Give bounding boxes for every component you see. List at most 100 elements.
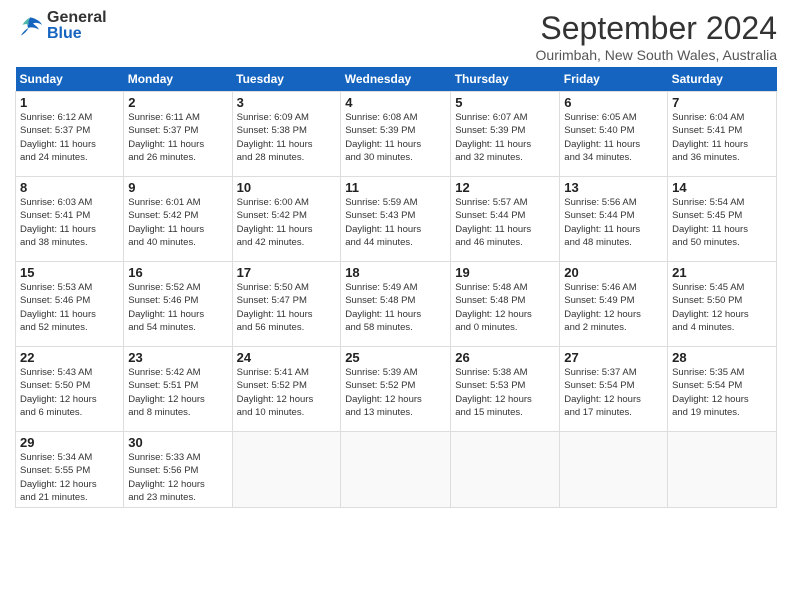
day-number: 25 xyxy=(345,350,446,365)
day-info: Sunrise: 5:37 AM Sunset: 5:54 PM Dayligh… xyxy=(564,366,663,419)
day-number: 1 xyxy=(20,95,119,110)
calendar-week-row: 8Sunrise: 6:03 AM Sunset: 5:41 PM Daylig… xyxy=(16,177,777,262)
logo-general-text: General xyxy=(47,10,107,26)
header-wednesday: Wednesday xyxy=(341,67,451,92)
calendar-cell: 28Sunrise: 5:35 AM Sunset: 5:54 PM Dayli… xyxy=(668,347,777,432)
day-info: Sunrise: 5:50 AM Sunset: 5:47 PM Dayligh… xyxy=(237,281,337,334)
day-info: Sunrise: 6:11 AM Sunset: 5:37 PM Dayligh… xyxy=(128,111,227,164)
day-info: Sunrise: 5:59 AM Sunset: 5:43 PM Dayligh… xyxy=(345,196,446,249)
day-number: 21 xyxy=(672,265,772,280)
calendar-cell: 24Sunrise: 5:41 AM Sunset: 5:52 PM Dayli… xyxy=(232,347,341,432)
calendar-cell xyxy=(560,432,668,508)
calendar-week-row: 22Sunrise: 5:43 AM Sunset: 5:50 PM Dayli… xyxy=(16,347,777,432)
title-area: September 2024 Ourimbah, New South Wales… xyxy=(536,10,777,63)
day-number: 24 xyxy=(237,350,337,365)
calendar-cell: 27Sunrise: 5:37 AM Sunset: 5:54 PM Dayli… xyxy=(560,347,668,432)
calendar-cell: 26Sunrise: 5:38 AM Sunset: 5:53 PM Dayli… xyxy=(451,347,560,432)
calendar-cell: 3Sunrise: 6:09 AM Sunset: 5:38 PM Daylig… xyxy=(232,92,341,177)
day-number: 20 xyxy=(564,265,663,280)
day-info: Sunrise: 5:57 AM Sunset: 5:44 PM Dayligh… xyxy=(455,196,555,249)
calendar-cell xyxy=(451,432,560,508)
logo-bird-icon xyxy=(15,14,45,39)
day-number: 6 xyxy=(564,95,663,110)
calendar-cell: 9Sunrise: 6:01 AM Sunset: 5:42 PM Daylig… xyxy=(124,177,232,262)
day-info: Sunrise: 5:52 AM Sunset: 5:46 PM Dayligh… xyxy=(128,281,227,334)
calendar-cell: 11Sunrise: 5:59 AM Sunset: 5:43 PM Dayli… xyxy=(341,177,451,262)
header-friday: Friday xyxy=(560,67,668,92)
header: General Blue September 2024 Ourimbah, Ne… xyxy=(15,10,777,63)
day-info: Sunrise: 5:49 AM Sunset: 5:48 PM Dayligh… xyxy=(345,281,446,334)
calendar-cell: 6Sunrise: 6:05 AM Sunset: 5:40 PM Daylig… xyxy=(560,92,668,177)
calendar-cell: 8Sunrise: 6:03 AM Sunset: 5:41 PM Daylig… xyxy=(16,177,124,262)
header-monday: Monday xyxy=(124,67,232,92)
day-info: Sunrise: 6:08 AM Sunset: 5:39 PM Dayligh… xyxy=(345,111,446,164)
calendar-cell: 2Sunrise: 6:11 AM Sunset: 5:37 PM Daylig… xyxy=(124,92,232,177)
calendar-cell xyxy=(232,432,341,508)
day-number: 19 xyxy=(455,265,555,280)
day-info: Sunrise: 6:04 AM Sunset: 5:41 PM Dayligh… xyxy=(672,111,772,164)
calendar-cell xyxy=(341,432,451,508)
day-number: 8 xyxy=(20,180,119,195)
day-info: Sunrise: 5:38 AM Sunset: 5:53 PM Dayligh… xyxy=(455,366,555,419)
day-number: 23 xyxy=(128,350,227,365)
day-number: 30 xyxy=(128,435,227,450)
day-number: 22 xyxy=(20,350,119,365)
day-info: Sunrise: 5:45 AM Sunset: 5:50 PM Dayligh… xyxy=(672,281,772,334)
day-info: Sunrise: 6:00 AM Sunset: 5:42 PM Dayligh… xyxy=(237,196,337,249)
calendar-cell: 15Sunrise: 5:53 AM Sunset: 5:46 PM Dayli… xyxy=(16,262,124,347)
header-saturday: Saturday xyxy=(668,67,777,92)
calendar-cell: 16Sunrise: 5:52 AM Sunset: 5:46 PM Dayli… xyxy=(124,262,232,347)
day-number: 7 xyxy=(672,95,772,110)
day-number: 2 xyxy=(128,95,227,110)
day-number: 3 xyxy=(237,95,337,110)
day-number: 13 xyxy=(564,180,663,195)
header-thursday: Thursday xyxy=(451,67,560,92)
calendar-cell: 5Sunrise: 6:07 AM Sunset: 5:39 PM Daylig… xyxy=(451,92,560,177)
calendar-cell: 20Sunrise: 5:46 AM Sunset: 5:49 PM Dayli… xyxy=(560,262,668,347)
day-number: 12 xyxy=(455,180,555,195)
day-info: Sunrise: 5:39 AM Sunset: 5:52 PM Dayligh… xyxy=(345,366,446,419)
day-number: 26 xyxy=(455,350,555,365)
calendar-cell: 18Sunrise: 5:49 AM Sunset: 5:48 PM Dayli… xyxy=(341,262,451,347)
day-number: 16 xyxy=(128,265,227,280)
logo-blue-text: Blue xyxy=(47,26,107,42)
calendar-header-row: Sunday Monday Tuesday Wednesday Thursday… xyxy=(16,67,777,92)
day-number: 11 xyxy=(345,180,446,195)
day-info: Sunrise: 5:53 AM Sunset: 5:46 PM Dayligh… xyxy=(20,281,119,334)
calendar-week-row: 15Sunrise: 5:53 AM Sunset: 5:46 PM Dayli… xyxy=(16,262,777,347)
day-info: Sunrise: 5:34 AM Sunset: 5:55 PM Dayligh… xyxy=(20,451,119,504)
calendar-cell: 30Sunrise: 5:33 AM Sunset: 5:56 PM Dayli… xyxy=(124,432,232,508)
calendar-table: Sunday Monday Tuesday Wednesday Thursday… xyxy=(15,67,777,508)
logo: General Blue xyxy=(15,10,107,42)
location-title: Ourimbah, New South Wales, Australia xyxy=(536,47,777,63)
calendar-cell: 12Sunrise: 5:57 AM Sunset: 5:44 PM Dayli… xyxy=(451,177,560,262)
day-number: 17 xyxy=(237,265,337,280)
calendar-cell: 14Sunrise: 5:54 AM Sunset: 5:45 PM Dayli… xyxy=(668,177,777,262)
calendar-cell: 29Sunrise: 5:34 AM Sunset: 5:55 PM Dayli… xyxy=(16,432,124,508)
day-info: Sunrise: 5:43 AM Sunset: 5:50 PM Dayligh… xyxy=(20,366,119,419)
day-info: Sunrise: 5:41 AM Sunset: 5:52 PM Dayligh… xyxy=(237,366,337,419)
calendar-cell xyxy=(668,432,777,508)
day-info: Sunrise: 5:46 AM Sunset: 5:49 PM Dayligh… xyxy=(564,281,663,334)
logo-name: General Blue xyxy=(47,10,107,42)
calendar-cell: 4Sunrise: 6:08 AM Sunset: 5:39 PM Daylig… xyxy=(341,92,451,177)
day-number: 15 xyxy=(20,265,119,280)
day-info: Sunrise: 6:01 AM Sunset: 5:42 PM Dayligh… xyxy=(128,196,227,249)
day-number: 10 xyxy=(237,180,337,195)
day-number: 27 xyxy=(564,350,663,365)
day-info: Sunrise: 5:33 AM Sunset: 5:56 PM Dayligh… xyxy=(128,451,227,504)
day-info: Sunrise: 6:09 AM Sunset: 5:38 PM Dayligh… xyxy=(237,111,337,164)
calendar-cell: 25Sunrise: 5:39 AM Sunset: 5:52 PM Dayli… xyxy=(341,347,451,432)
header-sunday: Sunday xyxy=(16,67,124,92)
calendar-cell: 17Sunrise: 5:50 AM Sunset: 5:47 PM Dayli… xyxy=(232,262,341,347)
day-number: 9 xyxy=(128,180,227,195)
calendar-cell: 23Sunrise: 5:42 AM Sunset: 5:51 PM Dayli… xyxy=(124,347,232,432)
calendar-cell: 10Sunrise: 6:00 AM Sunset: 5:42 PM Dayli… xyxy=(232,177,341,262)
day-info: Sunrise: 5:35 AM Sunset: 5:54 PM Dayligh… xyxy=(672,366,772,419)
calendar-cell: 7Sunrise: 6:04 AM Sunset: 5:41 PM Daylig… xyxy=(668,92,777,177)
calendar-cell: 22Sunrise: 5:43 AM Sunset: 5:50 PM Dayli… xyxy=(16,347,124,432)
header-tuesday: Tuesday xyxy=(232,67,341,92)
day-info: Sunrise: 6:03 AM Sunset: 5:41 PM Dayligh… xyxy=(20,196,119,249)
day-info: Sunrise: 6:07 AM Sunset: 5:39 PM Dayligh… xyxy=(455,111,555,164)
day-number: 4 xyxy=(345,95,446,110)
